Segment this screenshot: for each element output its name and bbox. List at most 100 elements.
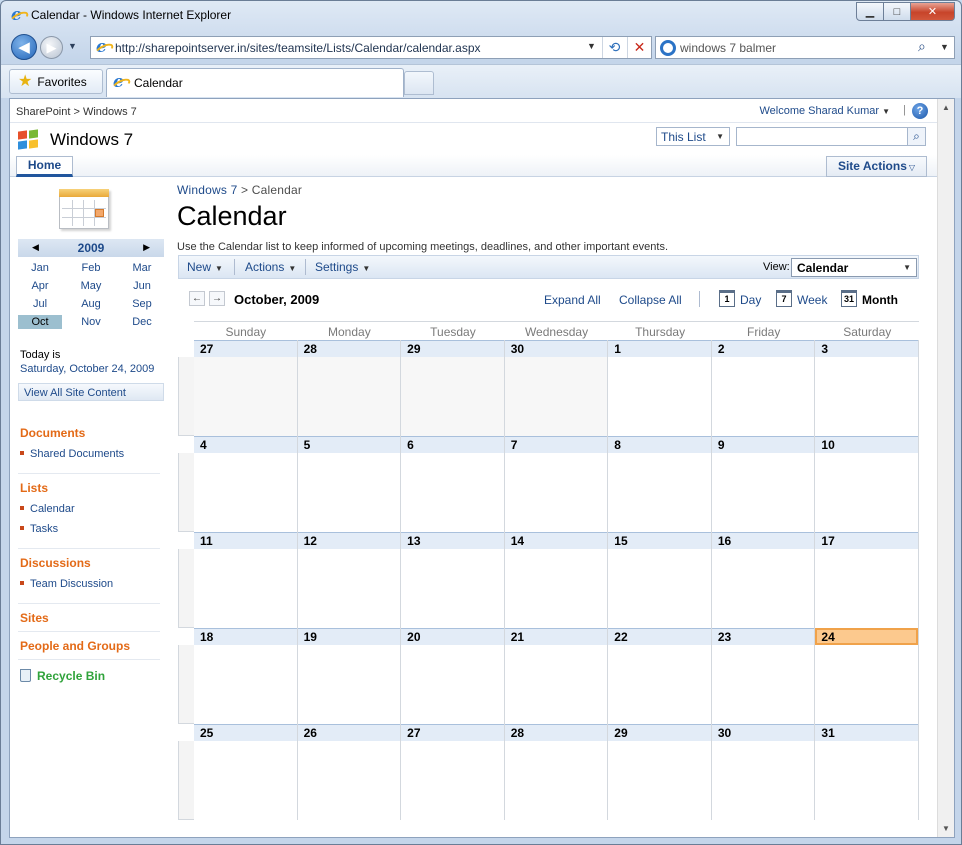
welcome-menu[interactable]: Welcome Sharad Kumar ▼ [759,105,890,117]
people-and-groups-heading[interactable]: People and Groups [20,639,130,653]
day-cell-body[interactable] [815,453,918,532]
calendar-day-cell[interactable]: 22 [608,628,712,724]
calendar-day-cell[interactable]: 11 [194,532,298,628]
day-cell-body[interactable] [815,549,918,628]
day-number-link[interactable]: 22 [608,628,711,645]
day-cell-body[interactable] [401,453,504,532]
day-number-link[interactable]: 10 [815,436,918,453]
day-number-link[interactable]: 24 [815,628,918,645]
day-cell-body[interactable] [608,357,711,436]
day-cell-body[interactable] [297,741,401,820]
day-cell-body[interactable] [711,645,815,724]
day-cell-body[interactable] [815,357,918,436]
day-cell-body[interactable] [401,645,504,724]
vertical-scrollbar[interactable]: ▲ ▼ [937,99,954,837]
documents-heading[interactable]: Documents [20,426,85,440]
stop-icon[interactable]: ✕ [627,37,651,58]
day-cell-body[interactable] [194,645,297,724]
day-number-link[interactable]: 20 [401,628,504,645]
day-cell-body[interactable] [608,645,711,724]
address-dropdown-chevron-down-icon[interactable]: ▼ [587,41,596,51]
day-number-link[interactable]: 21 [504,628,608,645]
calendar-day-cell[interactable]: 3 [815,340,919,436]
sites-heading[interactable]: Sites [20,611,49,625]
day-cell-body[interactable] [297,645,401,724]
favorites-button[interactable]: ★ Favorites [9,69,103,94]
calendar-day-cell[interactable]: 15 [608,532,712,628]
calendar-day-cell[interactable]: 31 [815,724,919,820]
maximize-button[interactable]: □ [884,2,911,21]
search-icon[interactable]: ⌕ [907,127,926,146]
day-cell-body[interactable] [711,741,815,820]
tab-home[interactable]: Home [16,156,73,177]
calendar-day-cell[interactable]: 26 [297,724,402,820]
day-number-link[interactable]: 1 [608,340,711,357]
calendar-day-cell[interactable]: 28 [297,340,402,436]
site-actions-menu[interactable]: Site Actions ▽ [826,156,927,177]
calendar-day-cell[interactable]: 12 [297,532,402,628]
recycle-bin-link[interactable]: Recycle Bin [20,669,105,683]
day-cell-body[interactable] [401,741,504,820]
day-number-link[interactable]: 5 [297,436,401,453]
day-number-link[interactable]: 3 [815,340,918,357]
day-cell-body[interactable] [297,357,401,436]
calendar-day-cell[interactable]: 6 [401,436,505,532]
calendar-day-cell[interactable]: 23 [711,628,816,724]
day-cell-body[interactable] [401,549,504,628]
day-number-link[interactable]: 30 [504,340,608,357]
previous-month-arrow-icon[interactable]: ← [189,291,205,306]
tab-calendar[interactable]: Calendar [106,68,404,97]
discussions-heading[interactable]: Discussions [20,556,91,570]
quicklaunch-item-team-discussion[interactable]: Team Discussion [20,578,113,590]
month-jul[interactable]: Jul [18,297,62,311]
day-cell-body[interactable] [711,357,815,436]
month-jan[interactable]: Jan [18,261,62,275]
today-date-link[interactable]: Saturday, October 24, 2009 [20,363,154,375]
calendar-day-cell[interactable]: 19 [297,628,402,724]
day-number-link[interactable]: 31 [815,724,918,741]
day-cell-body[interactable] [297,453,401,532]
day-cell-body[interactable] [504,741,608,820]
new-menu[interactable]: New ▼ [187,260,223,274]
day-cell-body[interactable] [711,549,815,628]
day-number-link[interactable]: 27 [401,724,504,741]
month-aug[interactable]: Aug [69,297,113,311]
day-number-link[interactable]: 12 [297,532,401,549]
quicklaunch-item-calendar[interactable]: Calendar [20,503,75,515]
scroll-up-arrow-icon[interactable]: ▲ [942,103,950,112]
day-cell-body[interactable] [194,357,297,436]
search-options-chevron-down-icon[interactable]: ▼ [940,42,949,52]
day-number-link[interactable]: 6 [401,436,504,453]
forward-button[interactable]: ▶ [40,36,63,59]
month-oct[interactable]: Oct [18,315,62,329]
calendar-day-cell[interactable]: 8 [608,436,712,532]
month-may[interactable]: May [69,279,113,293]
month-nov[interactable]: Nov [69,315,113,329]
day-number-link[interactable]: 29 [608,724,711,741]
calendar-day-cell[interactable]: 13 [401,532,505,628]
close-button[interactable]: ✕ [911,2,955,21]
next-month-arrow-icon[interactable]: → [209,291,225,306]
expand-all-link[interactable]: Expand All [544,293,601,307]
back-button[interactable]: ◀ [11,34,37,60]
calendar-day-cell[interactable]: 29 [608,724,712,820]
breadcrumb-site-link[interactable]: Windows 7 [177,183,238,197]
help-icon[interactable]: ? [912,103,928,119]
quicklaunch-item-tasks[interactable]: Tasks [20,523,58,535]
day-number-link[interactable]: 28 [297,340,401,357]
view-all-site-content-link[interactable]: View All Site Content [18,383,164,401]
calendar-day-cell[interactable]: 24 [815,628,919,724]
day-number-link[interactable]: 29 [401,340,504,357]
quicklaunch-item-shared-documents[interactable]: Shared Documents [20,448,124,460]
calendar-day-cell[interactable]: 7 [504,436,609,532]
refresh-icon[interactable]: ⟲ [602,37,626,58]
calendar-day-cell[interactable]: 27 [401,724,505,820]
month-apr[interactable]: Apr [18,279,62,293]
week-view-button[interactable]: 7 Week [776,290,827,307]
calendar-day-cell[interactable]: 30 [711,724,816,820]
day-number-link[interactable]: 17 [815,532,918,549]
scroll-down-arrow-icon[interactable]: ▼ [942,824,950,833]
settings-menu[interactable]: Settings ▼ [315,260,370,274]
day-cell-body[interactable] [504,645,608,724]
day-number-link[interactable]: 8 [608,436,711,453]
